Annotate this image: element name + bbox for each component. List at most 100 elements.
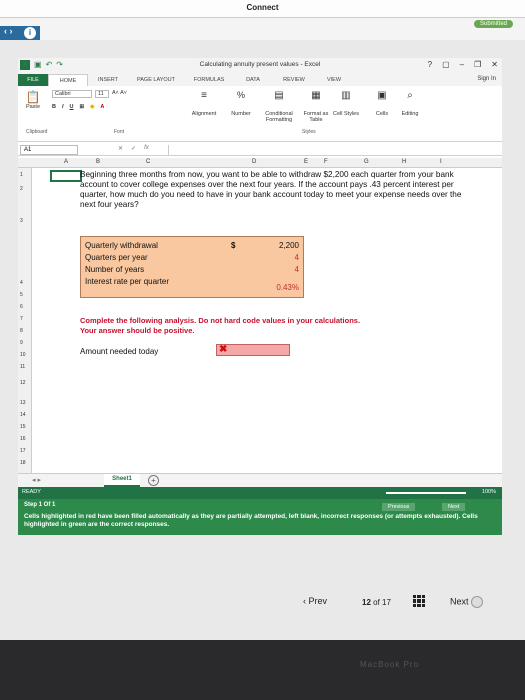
row-header[interactable]: 3 xyxy=(20,218,23,224)
input-value-withdrawal[interactable]: 2,200 xyxy=(249,241,299,250)
input-value-rate[interactable]: 0.43% xyxy=(249,283,299,292)
bold-button[interactable]: B xyxy=(52,104,56,110)
sheet-tab-sheet1[interactable]: Sheet1 xyxy=(104,474,140,487)
number-button[interactable]: % Number xyxy=(224,90,258,117)
tab-data[interactable]: DATA xyxy=(234,74,272,86)
row-header[interactable]: 11 xyxy=(20,364,25,370)
col-header[interactable]: E xyxy=(304,159,308,165)
info-icon[interactable]: i xyxy=(24,27,36,39)
fill-color-icon[interactable]: ◆ xyxy=(90,104,94,110)
col-header[interactable]: A xyxy=(64,159,68,165)
zoom-level[interactable]: 100% xyxy=(482,489,496,495)
col-header[interactable]: G xyxy=(364,159,369,165)
step-next-button[interactable]: Next xyxy=(442,503,466,511)
name-box[interactable]: A1 xyxy=(20,145,78,155)
number-label: Number xyxy=(231,111,251,117)
input-label-years: Number of years xyxy=(85,265,145,274)
font-group: Calibri 11 A˄ A˅ B I U ⊞ ◆ A xyxy=(52,90,127,110)
font-size-select[interactable]: 11 xyxy=(95,90,109,98)
sign-in-link[interactable]: Sign In xyxy=(477,76,496,82)
help-icon[interactable]: ? xyxy=(428,60,432,69)
enter-formula-icon[interactable]: ✓ xyxy=(131,145,136,152)
row-header[interactable]: 17 xyxy=(20,448,26,454)
row-header[interactable]: 8 xyxy=(20,328,23,334)
grow-font-icon[interactable]: A˄ A˅ xyxy=(112,90,127,98)
row-header[interactable]: 16 xyxy=(20,436,26,442)
question-grid-icon[interactable] xyxy=(413,595,425,607)
bottom-navigation: ‹ Prev 12 of 17 Next xyxy=(0,590,525,630)
font-name-select[interactable]: Calibri xyxy=(52,90,92,98)
tab-file[interactable]: FILE xyxy=(18,74,48,86)
row-header[interactable]: 10 xyxy=(20,352,26,358)
cells-button[interactable]: ▣ Cells xyxy=(370,90,394,117)
zoom-slider[interactable] xyxy=(386,492,466,494)
row-header[interactable]: 4 xyxy=(20,280,23,286)
tab-review[interactable]: REVIEW xyxy=(272,74,316,86)
inputs-box: Quarterly withdrawal $ 2,200 Quarters pe… xyxy=(80,236,304,298)
col-header[interactable]: B xyxy=(96,159,100,165)
tab-formulas[interactable]: FORMULAS xyxy=(184,74,234,86)
step-message: Cells highlighted in red have been fille… xyxy=(24,513,478,528)
step-label: Step 1 Of 1 xyxy=(24,502,56,508)
row-header[interactable]: 2 xyxy=(20,186,23,192)
row-header[interactable]: 18 xyxy=(20,460,26,466)
editing-label: Editing xyxy=(401,111,419,117)
input-value-quarters[interactable]: 4 xyxy=(249,253,299,262)
prev-question-link[interactable]: ‹ Prev xyxy=(303,596,327,606)
alignment-button[interactable]: ≡ Alignment xyxy=(184,90,224,117)
paste-icon: 📋 xyxy=(25,90,41,104)
restore-icon[interactable]: ❐ xyxy=(474,60,481,69)
next-question-link[interactable]: Next xyxy=(450,596,484,608)
input-label-withdrawal: Quarterly withdrawal xyxy=(85,241,158,250)
row-header[interactable]: 1 xyxy=(20,172,23,178)
conditional-formatting-button[interactable]: ▤ Conditional Formatting xyxy=(258,90,300,123)
row-header[interactable]: 5 xyxy=(20,292,23,298)
col-header[interactable]: H xyxy=(402,159,406,165)
conditional-formatting-icon: ▤ xyxy=(274,90,284,101)
tab-home[interactable]: HOME xyxy=(48,74,88,86)
add-sheet-icon[interactable]: + xyxy=(148,475,159,486)
row-header[interactable]: 13 xyxy=(20,400,26,406)
input-value-years[interactable]: 4 xyxy=(249,265,299,274)
cancel-formula-icon[interactable]: ✕ xyxy=(118,145,123,152)
question-nav[interactable]: ‹ › i xyxy=(0,26,40,40)
selected-cell-a1[interactable] xyxy=(50,170,82,182)
row-header[interactable]: 14 xyxy=(20,412,26,418)
excel-window: X ▣ ↶ ↷ Calculating annuity present valu… xyxy=(18,58,502,533)
minimize-icon[interactable]: – xyxy=(460,60,464,69)
underline-button[interactable]: U xyxy=(70,104,74,110)
clipboard-group-label: Clipboard xyxy=(26,129,48,135)
font-color-icon[interactable]: A xyxy=(100,104,104,110)
status-strip: Submitted xyxy=(0,18,525,40)
tab-view[interactable]: VIEW xyxy=(316,74,352,86)
col-header[interactable]: F xyxy=(324,159,328,165)
row-header[interactable]: 7 xyxy=(20,316,23,322)
row-header[interactable]: 15 xyxy=(20,424,26,430)
paste-button[interactable]: 📋 Paste xyxy=(22,90,44,110)
insert-function-icon[interactable]: fx xyxy=(144,145,149,152)
row-header[interactable]: 6 xyxy=(20,304,23,310)
ribbon: 📋 Paste Calibri 11 A˄ A˅ B I U ⊞ ◆ A ≡ A… xyxy=(18,86,502,142)
nav-arrows-icon[interactable]: ‹ › xyxy=(4,26,13,36)
tab-insert[interactable]: INSERT xyxy=(88,74,128,86)
tab-page-layout[interactable]: PAGE LAYOUT xyxy=(128,74,184,86)
row-header[interactable]: 12 xyxy=(20,380,26,386)
amount-needed-cell[interactable]: ✖ xyxy=(216,344,290,356)
cell-styles-button[interactable]: ▥ Cell Styles xyxy=(332,90,360,117)
italic-button[interactable]: I xyxy=(62,104,64,110)
step-previous-button[interactable]: Previous xyxy=(382,503,416,511)
row-header[interactable]: 9 xyxy=(20,340,23,346)
col-header[interactable]: I xyxy=(440,159,442,165)
ribbon-display-icon[interactable]: ▢ xyxy=(442,60,450,69)
close-icon[interactable]: ✕ xyxy=(491,60,498,69)
col-header[interactable]: C xyxy=(146,159,150,165)
sheet-nav-arrows-icon[interactable]: ◂ ▸ xyxy=(32,476,41,484)
instructions: Complete the following analysis. Do not … xyxy=(80,316,480,336)
col-header[interactable]: D xyxy=(252,159,256,165)
format-table-button[interactable]: ▦ Format as Table xyxy=(302,90,330,123)
border-icon[interactable]: ⊞ xyxy=(80,104,85,110)
input-label-quarters: Quarters per year xyxy=(85,253,148,262)
formula-icons: ✕ ✓ fx xyxy=(118,145,149,152)
editing-button[interactable]: ⌕ Editing xyxy=(396,90,424,117)
formula-input[interactable] xyxy=(168,145,500,155)
